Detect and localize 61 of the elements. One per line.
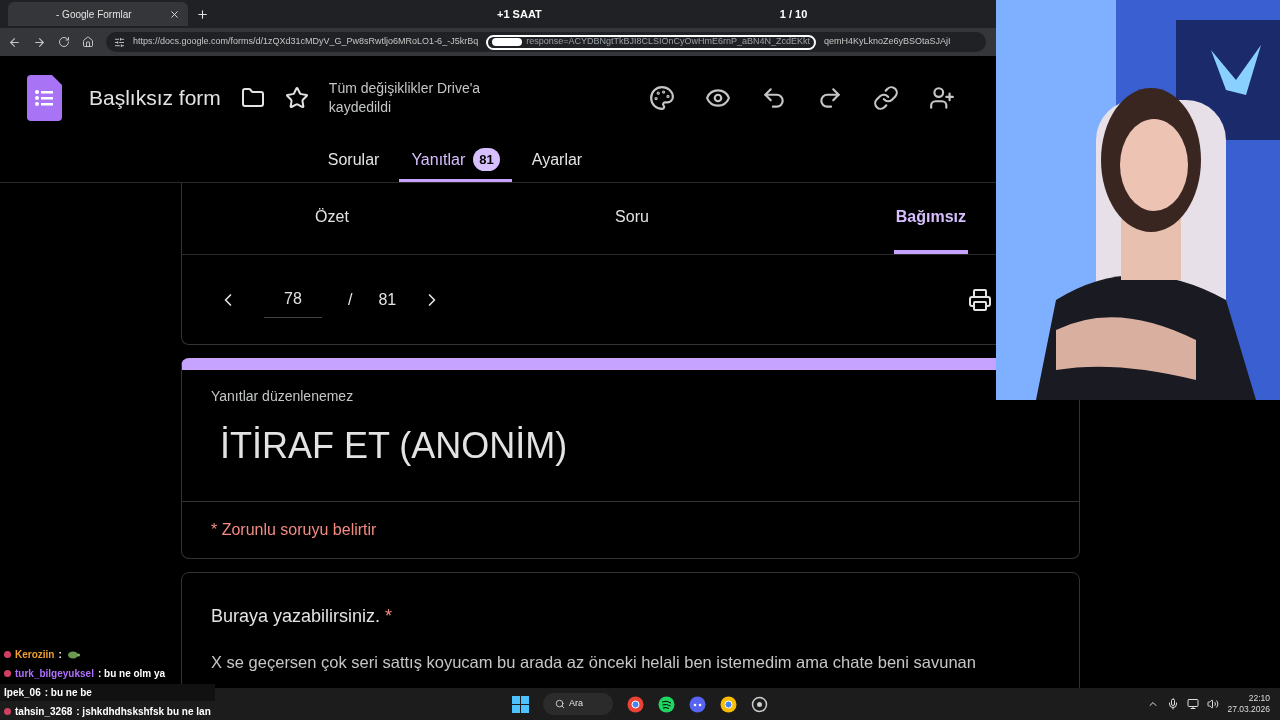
reload-icon[interactable] xyxy=(58,36,70,48)
tab[interactable]: Özet xyxy=(182,183,482,254)
form-heading: İTİRAF ET (ANONİM) xyxy=(219,424,569,468)
close-icon xyxy=(169,8,180,20)
folder-icon[interactable] xyxy=(240,86,265,110)
answer-text: X se geçersen çok seri sattış koyucam bu arada az önceki helali ben istemedim ama chate beni savunan xyxy=(211,652,977,673)
response-total: 81 xyxy=(378,289,397,310)
clock-time: 22:10 xyxy=(1248,693,1270,704)
chat-message: : jshkdhdhskshfsk bu ne lan xyxy=(76,705,211,719)
volume-icon xyxy=(1207,698,1220,710)
separator: / xyxy=(348,289,353,310)
chat-username: Ipek_06 xyxy=(4,686,41,700)
forms-logo-icon xyxy=(27,75,62,121)
moon-icon xyxy=(4,651,11,658)
print-icon[interactable] xyxy=(968,287,992,312)
microphone-icon xyxy=(1167,698,1180,710)
form-note: Yanıtlar düzenlenemez xyxy=(210,387,355,406)
display-icon xyxy=(1187,698,1200,710)
link-icon[interactable] xyxy=(872,85,899,111)
tab[interactable]: Sorular xyxy=(315,140,392,182)
palette-icon[interactable] xyxy=(648,85,675,111)
browser-tab[interactable]: - Google Formlar xyxy=(8,2,188,26)
music-app-icon[interactable] xyxy=(658,695,675,713)
redaction-pill xyxy=(492,38,523,46)
chat-username: turk_bilgeyuksel xyxy=(15,667,94,681)
moon-icon xyxy=(4,708,11,715)
taskbar-search[interactable]: Ara xyxy=(543,693,613,715)
star-icon[interactable] xyxy=(284,86,309,110)
site-settings-icon xyxy=(114,36,125,48)
chat-message: : bu ne be xyxy=(44,686,92,700)
save-status: Tüm değişiklikler Drive'a kaydedildi xyxy=(328,79,482,117)
timer-overlay: +1 SAAT xyxy=(497,6,542,22)
moon-icon xyxy=(4,670,11,677)
clock-date: 27.03.2026 xyxy=(1227,704,1270,715)
start-icon[interactable] xyxy=(512,695,529,713)
forward-icon[interactable] xyxy=(33,35,46,49)
chat-username: tahsin_3268 xyxy=(15,705,73,719)
chat-message: : bu ne olm ya xyxy=(97,667,166,681)
back-icon[interactable] xyxy=(8,35,21,49)
required-hint: * Zorunlu soruyu belirtir xyxy=(182,501,1079,558)
response-number-field[interactable]: 78 xyxy=(264,281,322,318)
browser-icon[interactable] xyxy=(627,695,644,713)
new-tab-icon[interactable] xyxy=(196,7,209,21)
form-title[interactable]: Başlıksız form xyxy=(89,82,221,114)
tab[interactable]: Yanıtlar 81 xyxy=(399,140,512,182)
tab[interactable]: Bağımsız xyxy=(893,183,968,254)
chat-app-icon[interactable] xyxy=(689,695,706,713)
chat-username: Keroziin xyxy=(15,648,55,662)
address-bar[interactable]: https://docs.google.com/forms/d/1zQXd31cMDyV_G_Pw8sRwtljo6MRoLO1-6_-J5krBq response=ACYDBNgtTkBJI8CLSIOnCyOwHmE6rnP_aBN4N_ZcdEKkt qemH4KyLknoZe6yBSOtaSJAjI xyxy=(106,32,986,52)
tab[interactable]: Soru xyxy=(482,183,782,254)
turtle-emote-icon xyxy=(65,650,80,659)
count-badge: 81 xyxy=(473,147,500,172)
tab[interactable]: Ayarlar xyxy=(519,140,595,182)
search-icon xyxy=(555,699,565,709)
recorder-icon[interactable] xyxy=(751,695,768,713)
browser-icon[interactable] xyxy=(720,695,737,713)
home-icon[interactable] xyxy=(82,36,94,48)
add-person-icon[interactable] xyxy=(928,85,955,111)
chat-message: : xyxy=(58,648,62,662)
question-label: Buraya yazabilirsiniz. * xyxy=(211,605,394,628)
goal-counter: 1 / 10 xyxy=(779,6,808,22)
